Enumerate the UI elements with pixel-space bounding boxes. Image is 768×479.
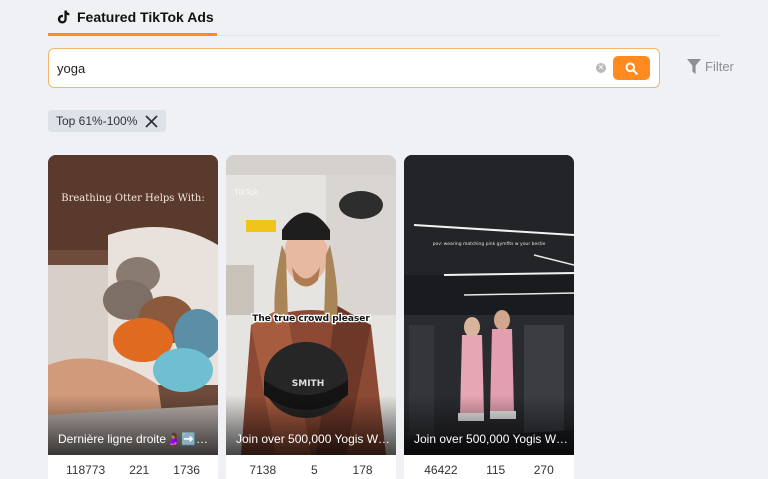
tab-bar: Featured TikTok Ads	[48, 0, 721, 36]
clear-icon[interactable]: ✕	[596, 63, 606, 73]
ad-stats: 118773 221 1736	[48, 455, 218, 479]
stat-views: 7138	[249, 463, 277, 477]
thumbnail-caption: pov: wearing matching pink gymfits w you…	[433, 241, 546, 247]
search-input[interactable]	[57, 58, 587, 78]
tab-label: Featured TikTok Ads	[77, 8, 214, 25]
stat-likes: 178	[352, 463, 373, 477]
close-icon[interactable]	[145, 114, 159, 128]
stat-likes: 1736	[173, 463, 200, 477]
ad-stats: 7138 5 178	[226, 455, 396, 479]
ad-card[interactable]: SMITH The true crowd pleaser TikTok Join…	[226, 155, 396, 479]
tab-featured-tiktok-ads[interactable]: Featured TikTok Ads	[48, 0, 217, 36]
tiktok-icon	[57, 9, 70, 23]
ad-thumbnail: SMITH The true crowd pleaser TikTok	[226, 155, 396, 455]
ad-thumbnail: Breathing Otter Helps With:	[48, 155, 218, 455]
thumbnail-caption: Breathing Otter Helps With:	[61, 193, 204, 204]
stat-comments: 221	[129, 463, 150, 477]
filter-chip: Top 61%-100%	[48, 110, 167, 132]
search-icon	[625, 62, 638, 75]
stat-views: 46422	[424, 463, 458, 477]
ad-title: Join over 500,000 Yogis Wo…	[236, 432, 390, 446]
tiktok-watermark: TikTok	[233, 188, 259, 197]
filter-icon	[687, 59, 701, 74]
thumbnail-caption: The true crowd pleaser	[252, 314, 370, 324]
ad-stats: 46422 115 270	[404, 455, 574, 479]
stat-comments: 115	[486, 463, 506, 477]
stat-likes: 270	[533, 463, 554, 477]
ad-title: Dernière ligne droite🤰🏽➡️…	[58, 432, 208, 446]
stat-comments: 5	[310, 463, 318, 477]
ad-thumbnail: pov: wearing matching pink gymfits w you…	[404, 155, 574, 455]
ad-title: Join over 500,000 Yogis Wo…	[414, 432, 568, 446]
filter-chip-label: Top 61%-100%	[56, 114, 138, 128]
search-bar: ✕	[48, 48, 660, 88]
filter-label: Filter	[705, 59, 734, 74]
stat-views: 118773	[66, 463, 106, 477]
filter-button[interactable]: Filter	[687, 59, 734, 74]
ad-card[interactable]: Breathing Otter Helps With: Dernière lig…	[48, 155, 218, 479]
search-button[interactable]	[613, 56, 650, 80]
helmet-logo: SMITH	[292, 379, 324, 389]
ad-card[interactable]: pov: wearing matching pink gymfits w you…	[404, 155, 574, 479]
